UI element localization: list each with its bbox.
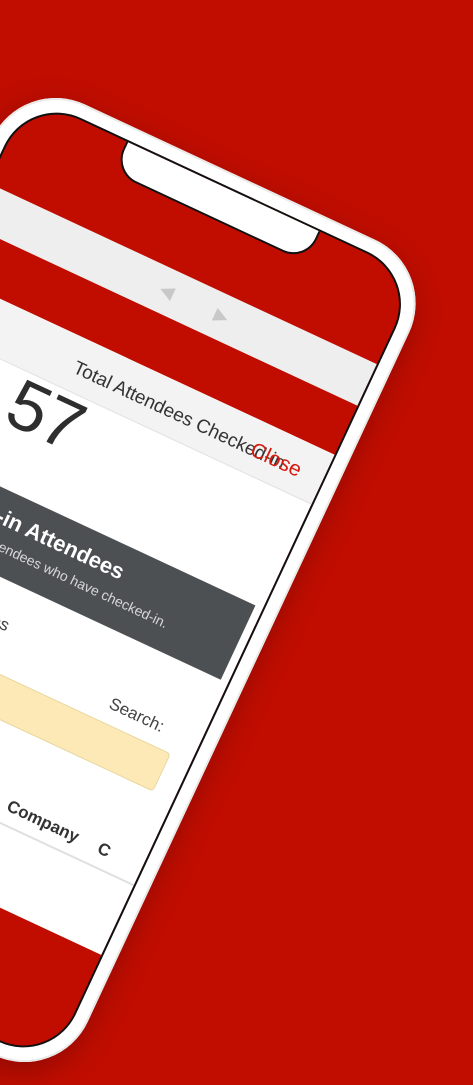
back-arrow-icon[interactable]: ◀: [156, 279, 178, 304]
column-header-next[interactable]: C: [94, 839, 114, 862]
forward-arrow-icon[interactable]: ▶: [211, 304, 232, 329]
entries-label: entries: [0, 596, 13, 636]
close-button[interactable]: Close: [246, 438, 305, 482]
search-input[interactable]: [0, 622, 171, 792]
phone-mockup: ◀ ▶ Total Attendees Checked-in Close 57 …: [0, 74, 439, 1085]
column-header-company[interactable]: Company: [3, 796, 82, 847]
